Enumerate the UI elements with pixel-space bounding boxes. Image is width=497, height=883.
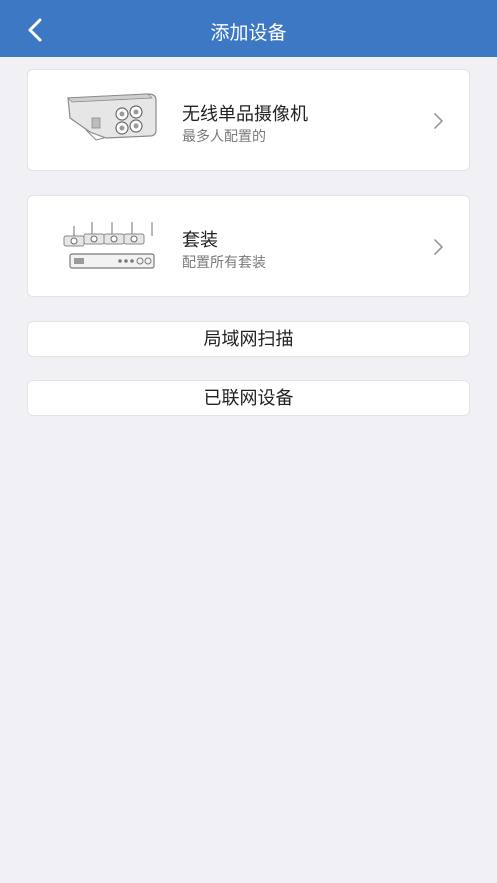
nvr-kit-image (63, 222, 155, 269)
card-subtitle: 配置所有套装 (182, 255, 266, 271)
chevron-right-icon (434, 239, 443, 255)
chevron-right-icon (434, 113, 443, 129)
connected-devices-button[interactable]: 已联网设备 (27, 380, 470, 416)
bullet-camera-image (67, 93, 157, 141)
chevron-left-icon (28, 18, 42, 42)
lan-scan-button[interactable]: 局域网扫描 (27, 321, 470, 357)
single-camera-card[interactable]: 无线单品摄像机 最多人配置的 (27, 69, 470, 171)
app-header: 添加设备 (0, 0, 497, 57)
back-button[interactable] (18, 14, 50, 46)
kit-card[interactable]: 套装 配置所有套装 (27, 195, 470, 297)
card-title: 无线单品摄像机 (182, 104, 308, 125)
page-title: 添加设备 (210, 22, 287, 44)
card-title: 套装 (182, 230, 218, 251)
card-subtitle: 最多人配置的 (182, 129, 266, 145)
